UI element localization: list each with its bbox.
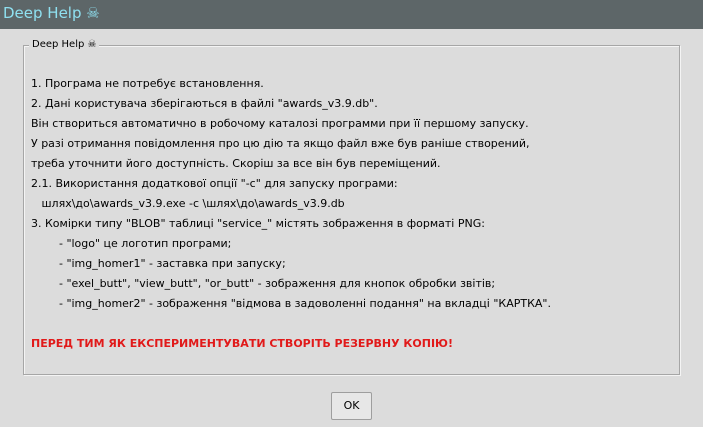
help-line: 3. Комірки типу "BLOB" таблиці "service_… bbox=[31, 217, 485, 230]
window-title: Deep Help ☠ bbox=[3, 4, 100, 22]
help-line: 2.1. Використання додаткової опції "-c" … bbox=[31, 177, 398, 190]
help-line: шлях\до\awards_v3.9.exe -c \шлях\до\awar… bbox=[31, 197, 345, 210]
help-line: У разі отримання повідомлення про цю дію… bbox=[31, 137, 530, 150]
help-line: - "logo" це логотип програми; bbox=[31, 237, 232, 250]
backup-warning: ПЕРЕД ТИМ ЯК ЕКСПЕРИМЕНТУВАТИ СТВОРІТЬ Р… bbox=[31, 337, 453, 350]
groupbox-legend: Deep Help ☠ bbox=[29, 38, 100, 52]
help-line: - "exel_butt", "view_butt", "or_butt" - … bbox=[31, 277, 496, 290]
help-line: треба уточнити його доступність. Скоріш … bbox=[31, 157, 441, 170]
title-bar[interactable]: Deep Help ☠ bbox=[0, 0, 703, 29]
help-line: Він створиться автоматично в робочому ка… bbox=[31, 117, 529, 130]
help-line: - "img_homer1" - заставка при запуску; bbox=[31, 257, 286, 270]
help-line: 1. Програма не потребує встановлення. bbox=[31, 77, 264, 90]
ok-button[interactable]: OK bbox=[331, 392, 372, 420]
help-line: 2. Дані користувача зберігаються в файлі… bbox=[31, 97, 378, 110]
help-line: - "img_homer2" - зображення "відмова в з… bbox=[31, 297, 551, 310]
